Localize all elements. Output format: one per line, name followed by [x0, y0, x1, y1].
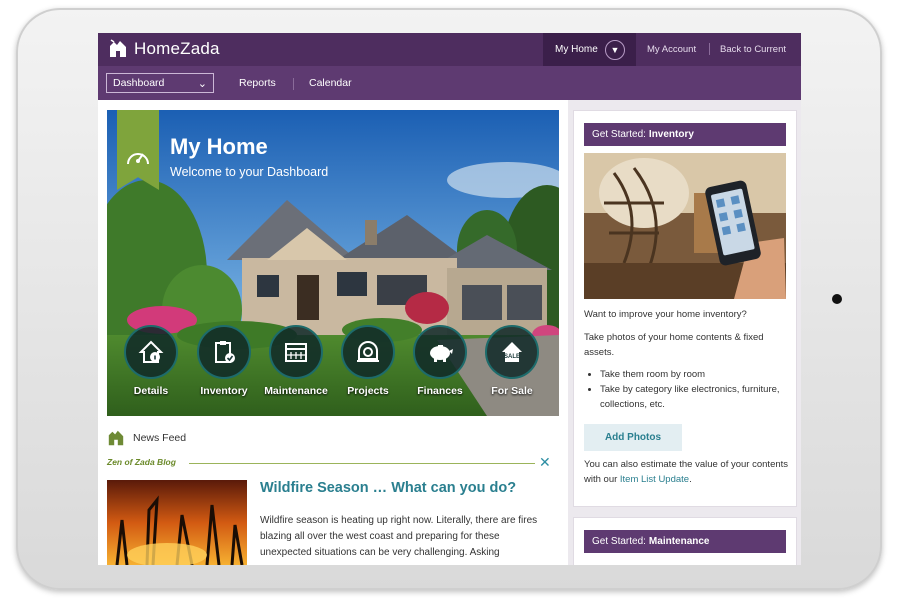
inventory-footer: You can also estimate the value of your … — [584, 457, 789, 487]
calendar-link[interactable]: Calendar — [309, 77, 352, 89]
tape-measure-icon — [341, 325, 395, 379]
tablet-camera — [832, 294, 842, 304]
list-item: Take by category like electronics, furni… — [600, 382, 789, 412]
module-icons: Details Inventory Maintenance Projects F… — [107, 325, 559, 405]
for-sale-label: For Sale — [491, 385, 533, 397]
blog-divider — [189, 463, 535, 464]
nav-divider — [293, 78, 294, 90]
inventory-module[interactable]: Inventory — [189, 325, 259, 397]
calendar-grid-icon — [269, 325, 323, 379]
add-photos-button[interactable]: Add Photos — [584, 424, 682, 451]
news-feed-header: News Feed — [107, 429, 186, 447]
projects-label: Projects — [347, 385, 389, 397]
inventory-paragraph: Take photos of your home contents & fixe… — [584, 332, 764, 358]
list-item: Take them room by room — [600, 367, 789, 382]
maintenance-module[interactable]: Maintenance — [261, 325, 331, 397]
maintenance-card-header: Get Started: Maintenance — [584, 530, 786, 553]
chevron-down-icon[interactable]: ▼ — [605, 40, 625, 60]
hero-subtitle: Welcome to your Dashboard — [170, 165, 329, 179]
chevron-down-icon: ⌄ — [197, 77, 207, 90]
main-content: My Home Welcome to your Dashboard Detail… — [98, 100, 568, 565]
hero-banner: My Home Welcome to your Dashboard Detail… — [107, 110, 559, 416]
footer-suffix: . — [689, 474, 692, 485]
homezada-logo-icon — [108, 430, 124, 446]
blog-label: Zen of Zada Blog — [107, 457, 176, 467]
item-list-update-link[interactable]: Item List Update — [620, 474, 689, 485]
phone-photo — [584, 153, 786, 299]
homezada-logo-icon — [110, 39, 126, 57]
card-header-prefix: Get Started: — [592, 536, 646, 547]
article-thumbnail[interactable] — [107, 480, 247, 565]
app-logo[interactable]: HomeZada — [108, 39, 220, 59]
card-header-bold: Maintenance — [648, 536, 710, 547]
article-title[interactable]: Wildfire Season … What can you do? — [260, 480, 516, 496]
my-home-menu[interactable]: My Home ▼ — [543, 33, 636, 66]
finances-module[interactable]: Finances — [405, 325, 475, 397]
dashboard-select-value: Dashboard — [113, 77, 165, 89]
app-screen: HomeZada My Home ▼ My Account Back to Cu… — [98, 33, 801, 565]
inventory-card-header: Get Started: Inventory — [584, 123, 786, 146]
inventory-question: Want to improve your home inventory? — [584, 309, 747, 320]
piggy-bank-icon — [413, 325, 467, 379]
dashboard-select[interactable]: Dashboard ⌄ — [106, 73, 214, 93]
projects-module[interactable]: Projects — [333, 325, 403, 397]
clipboard-check-icon — [197, 325, 251, 379]
sub-nav: Dashboard ⌄ Reports Calendar — [98, 66, 801, 100]
my-home-label: My Home — [555, 44, 598, 55]
card-header-prefix: Get Started: — [592, 129, 646, 140]
my-account-link[interactable]: My Account — [647, 44, 696, 55]
house-info-icon — [124, 325, 178, 379]
gauge-icon — [127, 153, 149, 165]
inventory-tips: Take them room by room Take by category … — [584, 367, 789, 412]
finances-label: Finances — [417, 385, 463, 397]
app-name: HomeZada — [134, 39, 220, 58]
top-bar: HomeZada My Home ▼ My Account Back to Cu… — [98, 33, 801, 66]
svg-text:SALE: SALE — [504, 354, 520, 360]
hero-title: My Home — [170, 134, 268, 159]
inventory-label: Inventory — [200, 385, 248, 397]
card-header-bold: Inventory — [648, 129, 694, 140]
back-to-current-link[interactable]: Back to Current — [720, 44, 786, 55]
news-feed-label: News Feed — [133, 432, 187, 444]
article-body: Wildfire season is heating up right now.… — [260, 515, 538, 558]
maintenance-card: Get Started: Maintenance — [573, 517, 797, 565]
reports-link[interactable]: Reports — [239, 77, 276, 89]
details-label: Details — [133, 385, 169, 397]
close-icon[interactable]: ✕ — [539, 454, 551, 471]
house-sale-icon: SALE — [485, 325, 539, 379]
maintenance-label: Maintenance — [264, 385, 328, 397]
header-divider — [709, 43, 710, 55]
for-sale-module[interactable]: SALE For Sale — [477, 325, 547, 397]
details-module[interactable]: Details — [116, 325, 186, 397]
blog-section-bar: Zen of Zada Blog ✕ — [107, 454, 551, 471]
inventory-card: Get Started: Inventory Want to improve y… — [573, 110, 797, 507]
